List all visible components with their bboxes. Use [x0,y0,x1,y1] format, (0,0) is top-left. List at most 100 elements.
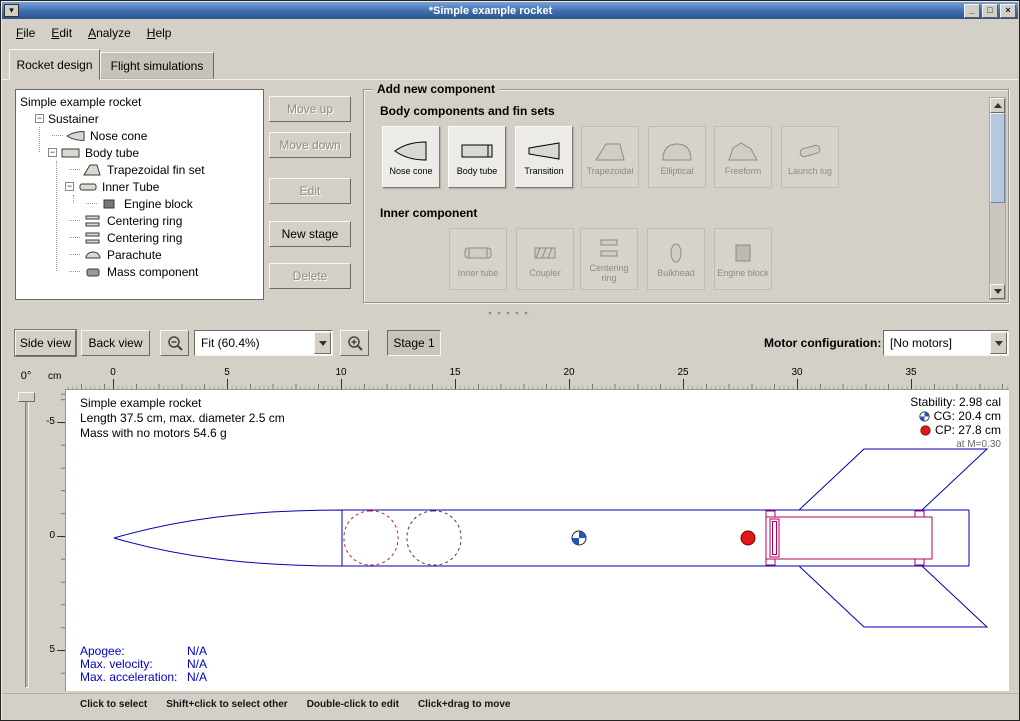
component-button-label: Coupler [529,268,561,278]
ruler-tick-label: 30 [784,367,810,378]
window-title: *Simple example rocket [19,5,962,17]
menu-file[interactable]: File [8,23,43,43]
motor-configuration-select[interactable]: [No motors] [883,330,1009,356]
add-inner-tube-button[interactable]: Inner tube [449,228,507,290]
parachute-shape[interactable] [344,511,398,565]
collapse-icon[interactable]: − [65,182,74,191]
tab-rocket-design[interactable]: Rocket design [9,49,100,80]
component-button-label: Body tube [457,166,498,176]
tree-item-centering-ring-1[interactable]: Centering ring [16,212,263,229]
tab-panel-edge [2,79,1018,80]
collapse-icon[interactable]: − [48,148,57,157]
ruler-tick-label: 5 [49,644,55,655]
splitter-grip[interactable] [488,311,534,318]
tree-item-inner-tube[interactable]: − Inner Tube [16,178,263,195]
ruler-tick-label: 0 [49,530,55,541]
menu-help[interactable]: Help [139,23,180,43]
add-coupler-button[interactable]: Coupler [516,228,574,290]
add-engine-block-button[interactable]: Engine block [714,228,772,290]
tree-item-body-tube[interactable]: − Body tube [16,144,263,161]
rocket-outline[interactable] [114,449,987,627]
rocket-length: Length 37.5 cm, max. diameter 2.5 cm [80,411,285,426]
centering-ring-shape [915,559,924,565]
tree-item-rocket[interactable]: Simple example rocket [16,93,263,110]
inner-tube-icon [460,241,496,265]
menu-edit[interactable]: Edit [43,23,80,43]
zoom-out-button[interactable] [160,330,189,356]
side-view-button[interactable]: Side view [15,330,76,356]
rocket-canvas[interactable]: Simple example rocket Length 37.5 cm, ma… [65,389,1009,691]
title-bar[interactable]: ▾ *Simple example rocket _ □ × [2,2,1018,19]
component-tree[interactable]: Simple example rocket − Sustainer Nose c… [15,89,264,300]
scroll-up-icon[interactable] [990,98,1005,113]
menu-analyze[interactable]: Analyze [80,23,139,43]
fin-bottom-shape [799,566,987,627]
add-elliptical-fin-button[interactable]: Elliptical [648,126,706,188]
tree-item-label: Nose cone [90,129,147,143]
collapse-icon[interactable]: − [35,114,44,123]
ruler-tick-label: 0 [100,367,126,378]
system-menu-icon[interactable]: ▾ [4,4,19,17]
close-icon[interactable]: × [1000,4,1016,18]
tree-item-engine-block[interactable]: Engine block [16,195,263,212]
scrollbar-thumb[interactable] [990,113,1005,203]
mass-component-icon [83,266,103,278]
delete-button[interactable]: Delete [269,263,351,289]
tab-flight-simulations[interactable]: Flight simulations [100,52,214,79]
tree-item-mass-component[interactable]: Mass component [16,263,263,280]
chevron-down-icon[interactable] [990,332,1007,354]
chevron-down-icon[interactable] [314,332,331,354]
stage-1-toggle[interactable]: Stage 1 [387,330,441,356]
add-freeform-fin-button[interactable]: Freeform [714,126,772,188]
rotation-slider-track[interactable] [25,392,29,688]
centering-ring-icon [591,236,627,260]
tree-item-centering-ring-2[interactable]: Centering ring [16,229,263,246]
vertical-ruler: -5 0 5 [45,389,65,691]
move-up-button[interactable]: Move up [269,96,351,122]
motor-configuration-label: Motor configuration: [764,336,881,350]
tree-item-label: Inner Tube [102,180,159,194]
tree-item-parachute[interactable]: Parachute [16,246,263,263]
component-button-label: Freeform [725,166,762,176]
edit-button[interactable]: Edit [269,178,351,204]
magnifier-plus-icon [346,334,364,352]
add-nose-cone-button[interactable]: Nose cone [382,126,440,188]
tree-item-label: Mass component [107,265,198,279]
nose-cone-icon [393,139,429,163]
minimize-icon[interactable]: _ [964,4,980,18]
motor-mount-shapes[interactable] [766,511,932,565]
move-down-button[interactable]: Move down [269,132,351,158]
engine-block-icon [100,198,120,210]
flight-value: N/A [187,670,207,684]
back-view-button[interactable]: Back view [81,330,150,356]
body-tube-icon [459,139,495,163]
fin-top-shape [799,449,987,510]
add-bulkhead-button[interactable]: Bulkhead [647,228,705,290]
component-button-label: Trapezoidal [587,166,634,176]
maximize-icon[interactable]: □ [982,4,998,18]
zoom-in-button[interactable] [340,330,369,356]
tree-item-sustainer[interactable]: − Sustainer [16,110,263,127]
rotation-slider-thumb[interactable] [18,392,35,402]
add-transition-button[interactable]: Transition [515,126,573,188]
coupler-icon [527,241,563,265]
new-stage-button[interactable]: New stage [269,221,351,247]
centering-ring-shape [766,559,775,565]
add-centering-ring-button[interactable]: Centering ring [580,228,638,290]
ruler-unit-label: cm [48,371,61,382]
zoom-select[interactable]: Fit (60.4%) [194,330,333,356]
ruler-tick-label: 15 [442,367,468,378]
tree-item-nose-cone[interactable]: Nose cone [16,127,263,144]
ruler-tick-label: 10 [328,367,354,378]
launch-lug-icon [792,139,828,163]
add-launch-lug-button[interactable]: Launch lug [781,126,839,188]
component-scrollbar[interactable] [989,97,1006,300]
cp-icon [920,425,931,436]
add-body-tube-button[interactable]: Body tube [448,126,506,188]
add-trapezoidal-fin-button[interactable]: Trapezoidal [581,126,639,188]
bulkhead-icon [658,241,694,265]
scroll-down-icon[interactable] [990,284,1005,299]
mass-component-shape[interactable] [407,511,461,565]
tree-item-fin-set[interactable]: Trapezoidal fin set [16,161,263,178]
status-hint: Double-click to edit [307,699,399,720]
